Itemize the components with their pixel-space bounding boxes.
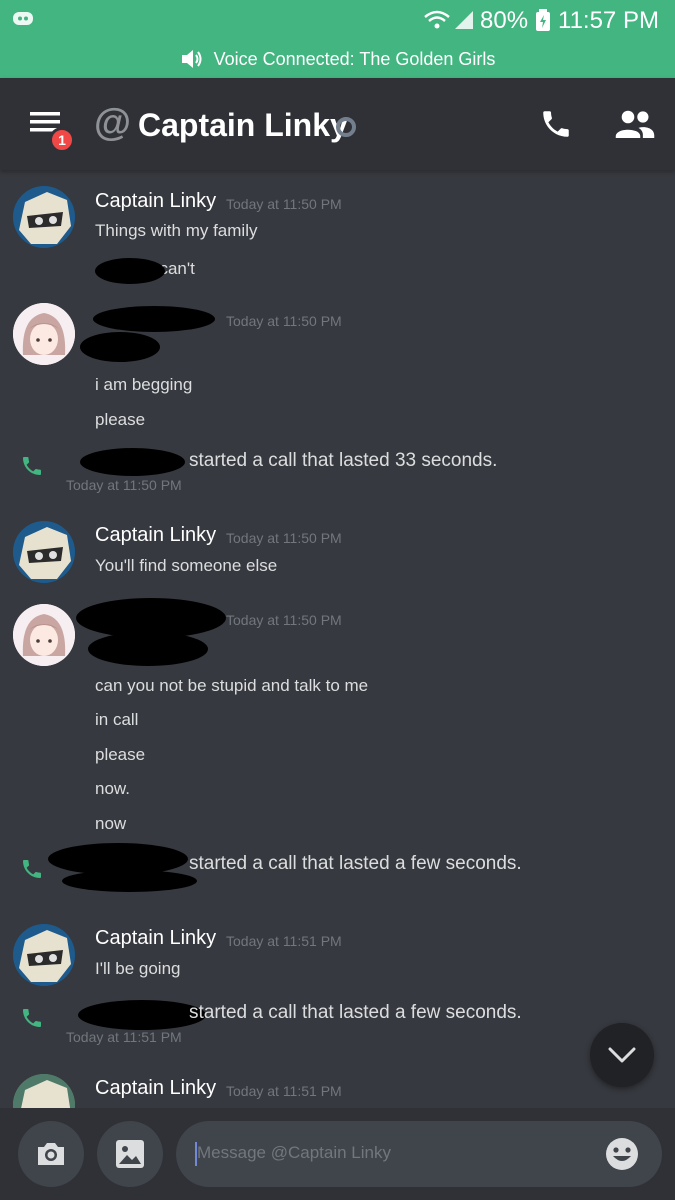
avatar[interactable]: [13, 1074, 75, 1108]
speaker-icon: [181, 50, 202, 68]
voice-call-button[interactable]: [539, 107, 573, 141]
link-avatar-icon: [13, 521, 75, 583]
phone-call-icon: [23, 457, 41, 475]
menu-button[interactable]: 1: [24, 100, 75, 153]
call-message[interactable]: started a call that lasted a few seconds…: [189, 853, 522, 875]
message-line[interactable]: please: [95, 410, 145, 430]
scroll-to-bottom-button[interactable]: [590, 1023, 654, 1087]
message-timestamp: Today at 11:50 PM: [226, 196, 342, 212]
battery-percent: 80%: [480, 7, 529, 34]
message-input-placeholder: Message @Captain Linky: [197, 1143, 391, 1162]
camera-button[interactable]: [18, 1121, 84, 1187]
channel-title: Captain Linky: [138, 107, 348, 143]
channel-header: 1 @ Captain Linky: [0, 78, 675, 170]
message-timestamp: Today at 11:50 PM: [226, 313, 342, 329]
message-input[interactable]: Message @Captain Linky: [176, 1121, 662, 1187]
message-author[interactable]: Captain Linky: [95, 1077, 216, 1100]
phone-call-icon: [23, 1009, 41, 1027]
call-message[interactable]: started a call that lasted 33 seconds.: [189, 450, 497, 472]
avatar[interactable]: [13, 604, 75, 666]
anime-girl-avatar-icon: [13, 303, 75, 365]
avatar[interactable]: [13, 303, 75, 365]
link-avatar-icon: [13, 1074, 75, 1108]
call-message[interactable]: started a call that lasted a few seconds…: [189, 1002, 522, 1024]
message-line[interactable]: I'll be going: [95, 959, 180, 979]
members-button[interactable]: [614, 106, 656, 142]
message-line[interactable]: now.: [95, 779, 130, 799]
message-line[interactable]: can you not be stupid and talk to me: [95, 676, 368, 696]
message-line[interactable]: now: [95, 814, 126, 834]
link-avatar-icon: [13, 924, 75, 986]
message-author[interactable]: Captain Linky: [95, 524, 216, 547]
redaction-mark: [80, 332, 160, 362]
message-timestamp: Today at 11:50 PM: [226, 530, 342, 546]
message-timestamp: Today at 11:51 PM: [226, 933, 342, 949]
avatar[interactable]: [13, 521, 75, 583]
at-sign-icon: @: [94, 102, 132, 144]
avatar[interactable]: [13, 186, 75, 248]
redaction-mark: [78, 1000, 206, 1030]
avatar[interactable]: [13, 924, 75, 986]
message-line[interactable]: i am begging: [95, 375, 192, 395]
chevron-down-icon: [608, 1047, 636, 1063]
message-author[interactable]: Captain Linky: [95, 190, 216, 213]
discord-logo-icon: [13, 12, 33, 25]
message-list[interactable]: Captain Linky Today at 11:50 PM Things w…: [0, 170, 675, 1108]
message-timestamp: Today at 11:51 PM: [226, 1083, 342, 1099]
message-author[interactable]: Captain Linky: [95, 927, 216, 950]
redaction-mark: [88, 632, 208, 666]
message-line[interactable]: You'll find someone else: [95, 556, 277, 576]
offline-status-icon: [336, 117, 356, 137]
status-bar: 80% 11:57 PM: [0, 0, 675, 40]
call-timestamp: Today at 11:51 PM: [66, 1029, 182, 1045]
voice-status-text: Voice Connected: The Golden Girls: [213, 48, 496, 69]
message-timestamp: Today at 11:50 PM: [226, 612, 342, 628]
redaction-mark: [95, 258, 165, 284]
message-line[interactable]: Things with my family: [95, 221, 257, 241]
camera-icon: [38, 1143, 64, 1165]
redaction-mark: [62, 870, 197, 892]
wifi-signal-icon: [424, 10, 473, 29]
message-line[interactable]: in call: [95, 710, 138, 730]
link-avatar-icon: [13, 186, 75, 248]
clock: 11:57 PM: [558, 7, 659, 34]
image-icon: [116, 1140, 144, 1168]
message-line[interactable]: please: [95, 745, 145, 765]
emoji-button[interactable]: [604, 1136, 640, 1172]
phone-call-icon: [23, 860, 41, 878]
redaction-mark: [93, 306, 215, 332]
call-timestamp: Today at 11:50 PM: [66, 477, 182, 493]
redaction-mark: [80, 448, 185, 476]
voice-connected-bar[interactable]: Voice Connected: The Golden Girls: [0, 40, 675, 78]
battery-icon: [536, 9, 550, 31]
anime-girl-avatar-icon: [13, 604, 75, 666]
image-button[interactable]: [97, 1121, 163, 1187]
message-input-bar: Message @Captain Linky: [0, 1108, 675, 1200]
notification-badge: 1: [49, 127, 75, 153]
